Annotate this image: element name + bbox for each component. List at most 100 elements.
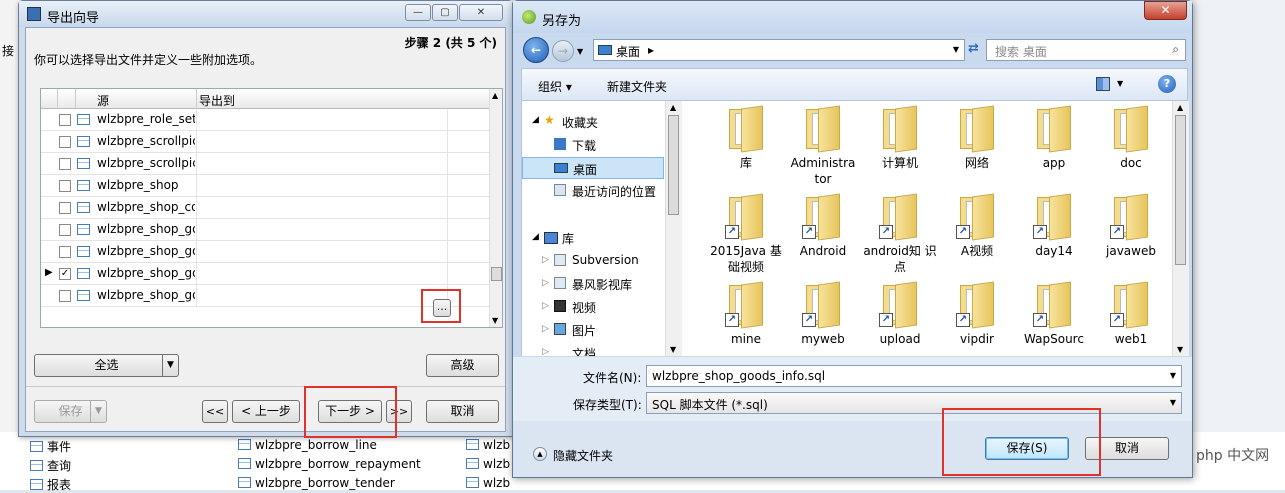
organize-menu[interactable]: 组织 ▾ [538,78,572,95]
row-checkbox[interactable]: ✓ [59,268,71,280]
nav-libraries[interactable]: 库 [562,230,574,247]
nav-pictures[interactable]: 图片 [572,322,596,339]
address-separator[interactable]: ▸ [648,43,654,57]
table-row[interactable]: wlzbpre_shop_go [41,219,491,241]
expand-icon[interactable]: ◢ [532,232,539,242]
row-checkbox[interactable] [59,202,71,214]
file-item[interactable]: ↗ 2015Java 基础视频 [708,193,784,275]
table-row[interactable]: ▶ ✓ wlzbpre_shop_go [41,263,491,285]
back-arrow-icon[interactable]: ← [523,37,549,63]
new-folder-button[interactable]: 新建文件夹 [607,78,667,95]
refresh-icon[interactable]: ⇄ [968,41,984,59]
nav-storm[interactable]: 暴风影视库 [572,276,632,293]
forward-arrow-icon[interactable]: → [552,40,574,62]
filetype-select[interactable]: SQL 脚本文件 (*.sql) ▼ [646,392,1182,414]
tree-item-events[interactable]: 事件 [30,438,71,455]
expand-icon[interactable]: ◢ [532,115,539,125]
address-bar[interactable]: 桌面 ▸ ▼ [593,39,965,61]
first-step-button[interactable]: << [202,400,228,423]
file-item[interactable]: ↗ WapSourc [1016,281,1092,347]
scroll-thumb[interactable] [491,267,502,281]
row-checkbox[interactable] [59,224,71,236]
table-item[interactable]: wlzb [466,457,510,471]
wizard-titlebar[interactable]: 导出向导 — ▢ ✕ [19,1,512,27]
column-source[interactable]: 源 [97,92,109,109]
files-scrollbar[interactable]: ▲ ▼ [1172,101,1189,356]
nav-videos[interactable]: 视频 [572,299,596,316]
address-segment[interactable]: 桌面 [616,43,640,60]
row-checkbox[interactable] [59,290,71,302]
view-chevron-icon[interactable]: ▼ [1117,79,1123,88]
file-item[interactable]: ↗ vipdir [939,281,1015,347]
file-item[interactable]: app [1016,105,1092,171]
search-input[interactable]: 搜索 桌面 ⌕ [986,39,1186,61]
chevron-up-icon[interactable]: ▲ [533,447,547,461]
table-row[interactable]: wlzbpre_role_set [41,109,491,131]
row-export-to[interactable] [196,241,448,263]
file-item[interactable]: ↗ mine [708,281,784,347]
history-chevron-icon[interactable]: ▼ [577,47,583,56]
row-export-to[interactable] [196,219,448,241]
row-export-to[interactable] [196,109,448,131]
nav-downloads[interactable]: 下载 [572,137,596,154]
row-checkbox[interactable] [59,136,71,148]
table-row[interactable]: wlzbpre_shop_go [41,241,491,263]
row-export-to[interactable] [196,131,448,153]
scroll-thumb[interactable] [668,115,679,215]
file-item[interactable]: Administra tor [785,105,861,187]
table-item[interactable]: wlzb [466,476,510,490]
minimize-button[interactable]: — [405,4,431,21]
wizard-close-button[interactable]: ✕ [459,4,503,21]
nav-recent[interactable]: 最近访问的位置 [572,183,656,200]
table-item[interactable]: wlzbpre_borrow_line [238,438,377,452]
chevron-down-icon[interactable]: ▼ [1170,371,1176,380]
chevron-down-icon[interactable]: ▼ [162,355,178,376]
tree-item-queries[interactable]: 查询 [30,457,71,474]
row-export-to[interactable] [196,175,448,197]
table-row[interactable]: wlzbpre_shop_co [41,197,491,219]
row-checkbox[interactable] [59,158,71,170]
close-icon[interactable]: ✕ [1144,1,1187,20]
table-item[interactable]: wlzb [466,438,510,452]
row-checkbox[interactable] [59,114,71,126]
file-item[interactable]: 库 [708,105,784,171]
nav-documents[interactable]: 文档 [572,345,596,356]
nav-scrollbar[interactable]: ▲ ▼ [665,101,682,356]
file-item[interactable]: ↗ myweb [785,281,861,347]
nav-favorites[interactable]: 收藏夹 [562,114,598,131]
nav-desktop-selected[interactable]: 桌面 [522,157,664,179]
address-dropdown-icon[interactable]: ▼ [953,45,959,54]
row-export-to[interactable] [196,263,448,285]
file-item[interactable]: ↗ A视频 [939,193,1015,259]
advanced-button[interactable]: 高级 [426,354,499,377]
file-item[interactable]: ↗ day14 [1016,193,1092,259]
hide-folders-toggle[interactable]: 隐藏文件夹 [553,447,613,464]
scroll-thumb[interactable] [1175,115,1186,265]
maximize-button[interactable]: ▢ [432,4,458,21]
previous-step-button[interactable]: < 上一步 [232,400,300,423]
file-item[interactable]: 网络 [939,105,1015,171]
table-item[interactable]: wlzbpre_borrow_tender [238,476,395,490]
table-item[interactable]: wlzbpre_borrow_repayment [238,457,421,471]
collapse-icon[interactable]: ▷ [542,278,549,288]
scroll-down-arrow[interactable]: ▼ [492,316,498,325]
tree-item-reports[interactable]: 报表 [30,476,71,493]
column-export-to[interactable]: 导出到 [199,92,235,109]
row-export-to[interactable] [196,285,448,307]
collapse-icon[interactable]: ▷ [542,255,549,265]
help-icon[interactable]: ? [1158,75,1176,93]
search-icon[interactable]: ⌕ [1172,42,1179,57]
collapse-icon[interactable]: ▷ [542,324,549,334]
file-item[interactable]: ↗ javaweb [1093,193,1169,259]
row-export-to[interactable] [196,197,448,219]
chevron-down-icon[interactable]: ▼ [1170,398,1176,407]
file-item[interactable]: ↗ upload [862,281,938,347]
grid-scrollbar[interactable]: ▲ ▼ [489,89,502,327]
dialog-titlebar[interactable]: 另存为 ✕ [513,1,1192,33]
file-item[interactable]: ↗ android知 识点 [862,193,938,275]
filename-field[interactable]: wlzbpre_shop_goods_info.sql ▼ [646,365,1182,387]
view-options-icon[interactable] [1096,77,1110,91]
file-item[interactable]: doc [1093,105,1169,171]
table-row[interactable]: wlzbpre_scrollpic [41,131,491,153]
row-export-to[interactable] [196,153,448,175]
